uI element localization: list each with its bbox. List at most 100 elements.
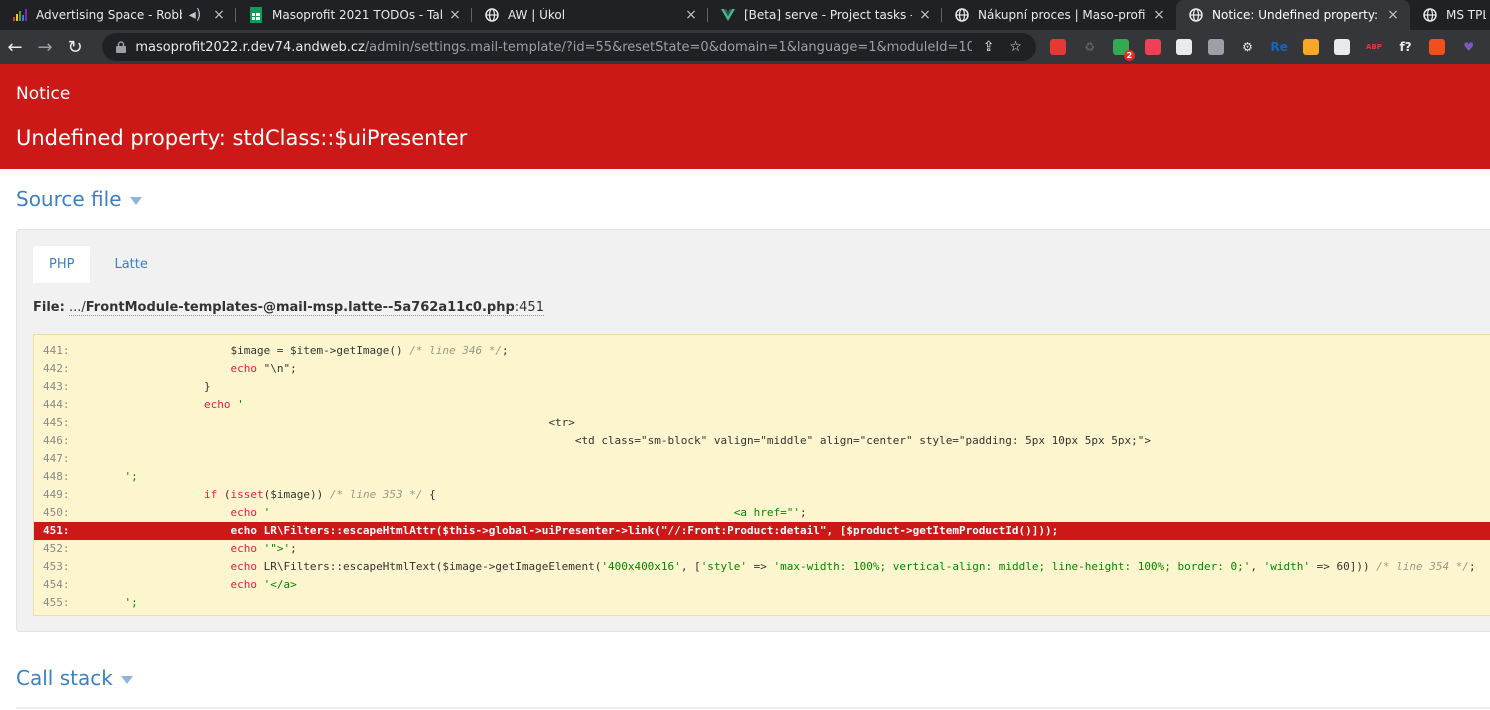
pocket-extension-icon[interactable] bbox=[1141, 35, 1165, 59]
line-source: echo '">'; bbox=[230, 542, 297, 555]
line-source: echo ' <a href="'; bbox=[230, 506, 807, 519]
extension-glyph: ⚙ bbox=[1242, 40, 1253, 54]
line-number: 446: bbox=[43, 434, 70, 447]
line-source: $image = $item->getImage() /* line 346 *… bbox=[98, 344, 509, 357]
re-extension-icon[interactable]: Re bbox=[1267, 35, 1291, 59]
browser-tab-masoprofit-todos[interactable]: Masoprofit 2021 TODOs - Tabulk × bbox=[236, 0, 472, 30]
tab-title: AW | Úkol bbox=[508, 8, 566, 22]
line-number: 445: bbox=[43, 416, 70, 429]
fx-extension-icon[interactable]: f? bbox=[1394, 35, 1418, 59]
call-stack-toggle[interactable]: Call stack bbox=[16, 666, 133, 690]
cube-extension-icon[interactable] bbox=[1204, 35, 1228, 59]
code-line: 453: echo LR\Filters::escapeHtmlText($im… bbox=[34, 558, 1490, 576]
line-number: 455: bbox=[43, 596, 70, 609]
toolbox-extension-icon[interactable] bbox=[1172, 35, 1196, 59]
bookmark-star-icon[interactable]: ☆ bbox=[1005, 36, 1026, 58]
error-code-line: 451: echo LR\Filters::escapeHtmlAttr($th… bbox=[34, 522, 1490, 540]
browser-tab-strip: Advertising Space - Robbie ◂) × Masoprof… bbox=[0, 0, 1490, 30]
file-path-line: File: .../FrontModule-templates-@mail-ms… bbox=[33, 300, 544, 316]
file-line-number: :451 bbox=[514, 300, 544, 315]
line-number: 441: bbox=[43, 344, 70, 357]
line-number: 452: bbox=[43, 542, 70, 555]
line-number: 453: bbox=[43, 560, 70, 573]
file-prefix: .../ bbox=[68, 300, 86, 315]
abp-extension-icon[interactable]: ABP bbox=[1362, 35, 1386, 59]
code-line: 445: <tr> bbox=[34, 414, 1490, 432]
divider bbox=[16, 707, 1490, 709]
tab-php[interactable]: PHP bbox=[33, 246, 91, 283]
file-name: FrontModule-templates-@mail-msp.latte--5… bbox=[85, 300, 515, 315]
tab-close-icon[interactable]: × bbox=[448, 7, 462, 23]
line-source: if (isset($image)) /* line 353 */ { bbox=[203, 488, 436, 501]
line-source: echo LR\Filters::escapeHtmlText($image->… bbox=[230, 560, 1476, 573]
browser-tab-ms-tpl[interactable]: MS TPL - bbox=[1410, 0, 1490, 30]
line-source: echo LR\Filters::escapeHtmlAttr($this->g… bbox=[230, 524, 1059, 537]
url-text[interactable]: masoprofit2022.r.dev74.andweb.cz/admin/s… bbox=[135, 40, 972, 55]
code-line: 447: bbox=[34, 450, 1490, 468]
tab-close-icon[interactable]: × bbox=[1152, 7, 1166, 23]
tab-title: [Beta] serve - Project tasks - Vue bbox=[744, 8, 912, 22]
code-line: 449: if (isset($image)) /* line 353 */ { bbox=[34, 486, 1490, 504]
line-source: echo '</a> bbox=[230, 578, 297, 591]
extension-glyph bbox=[1302, 39, 1319, 55]
file-label: File: bbox=[33, 300, 65, 315]
tab-title: Advertising Space - Robbie bbox=[36, 8, 182, 22]
back-arrow-icon[interactable]: ← bbox=[0, 32, 30, 62]
grid-extension-icon[interactable] bbox=[1330, 35, 1354, 59]
code-line: 450: echo ' <a href="'; bbox=[34, 504, 1490, 522]
arrow-extension-icon[interactable]: 2 bbox=[1109, 35, 1136, 61]
speaker-icon[interactable]: ◂) bbox=[188, 7, 202, 23]
browser-tab-advertising[interactable]: Advertising Space - Robbie ◂) × bbox=[0, 0, 236, 30]
heart-extension-icon[interactable]: ♥ bbox=[1457, 35, 1481, 59]
extension-glyph bbox=[1207, 39, 1224, 55]
line-source: } bbox=[98, 380, 211, 393]
extensions-bar: ♻ 2 ⚙ Re ABP f? ♥ bbox=[1046, 35, 1488, 61]
line-number: 447: bbox=[43, 452, 70, 465]
browser-tab-aw-ukol[interactable]: AW | Úkol × bbox=[472, 0, 708, 30]
source-tabs: PHP Latte bbox=[33, 246, 172, 283]
line-number: 454: bbox=[43, 578, 70, 591]
figma-extension-icon[interactable] bbox=[1425, 35, 1449, 59]
file-path-link[interactable]: .../FrontModule-templates-@mail-msp.latt… bbox=[68, 300, 544, 316]
forward-arrow-icon[interactable]: → bbox=[30, 32, 60, 62]
tab-close-icon[interactable]: × bbox=[212, 7, 226, 23]
tab-close-icon[interactable]: × bbox=[918, 7, 932, 23]
source-file-panel: PHP Latte File: .../FrontModule-template… bbox=[16, 229, 1490, 632]
tab-title: Masoprofit 2021 TODOs - Tabulk bbox=[272, 8, 442, 22]
source-file-toggle[interactable]: Source file bbox=[16, 187, 142, 211]
code-line: 446: <td class="sm-block" valign="middle… bbox=[34, 432, 1490, 450]
extension-glyph bbox=[1144, 39, 1161, 55]
bars-icon bbox=[12, 7, 28, 23]
recycle-extension-icon[interactable]: ♻ bbox=[1078, 35, 1102, 59]
error-header: Notice Undefined property: stdClass::$ui… bbox=[0, 64, 1490, 169]
code-line: 443: } bbox=[34, 378, 1490, 396]
browser-toolbar: ← → ↻ masoprofit2022.r.dev74.andweb.cz/a… bbox=[0, 30, 1490, 64]
trash-extension-icon[interactable] bbox=[1046, 35, 1070, 59]
lock-icon[interactable] bbox=[114, 40, 127, 54]
code-line: 452: echo '">'; bbox=[34, 540, 1490, 558]
extension-glyph: Re bbox=[1270, 40, 1288, 54]
radio-extension-icon[interactable] bbox=[1299, 35, 1323, 59]
browser-tab-notice-active[interactable]: Notice: Undefined property: std × bbox=[1176, 0, 1410, 30]
caret-down-icon bbox=[129, 197, 142, 205]
reload-icon[interactable]: ↻ bbox=[60, 32, 90, 62]
extension-glyph bbox=[1429, 39, 1446, 55]
tab-close-icon[interactable]: × bbox=[1386, 7, 1400, 23]
tab-close-icon[interactable]: × bbox=[684, 7, 698, 23]
error-kind: Notice bbox=[16, 84, 71, 104]
caret-down-icon bbox=[120, 676, 133, 684]
tab-latte[interactable]: Latte bbox=[98, 246, 163, 283]
tab-title: MS TPL - bbox=[1446, 8, 1486, 22]
section-title: Call stack bbox=[16, 666, 113, 690]
code-line: 441: $image = $item->getImage() /* line … bbox=[34, 342, 1490, 360]
share-icon[interactable]: ⇪ bbox=[978, 36, 999, 58]
line-number: 443: bbox=[43, 380, 70, 393]
vue-icon bbox=[720, 7, 736, 23]
gear-extension-icon[interactable]: ⚙ bbox=[1236, 35, 1260, 59]
address-bar[interactable]: masoprofit2022.r.dev74.andweb.cz/admin/s… bbox=[102, 33, 1036, 61]
line-number: 451: bbox=[43, 524, 70, 537]
browser-tab-nakupni-proces[interactable]: Nákupní proces | Maso-profit × bbox=[942, 0, 1176, 30]
browser-tab-vue-project[interactable]: [Beta] serve - Project tasks - Vue × bbox=[708, 0, 942, 30]
line-number: 444: bbox=[43, 398, 70, 411]
code-line: 454: echo '</a> bbox=[34, 576, 1490, 594]
